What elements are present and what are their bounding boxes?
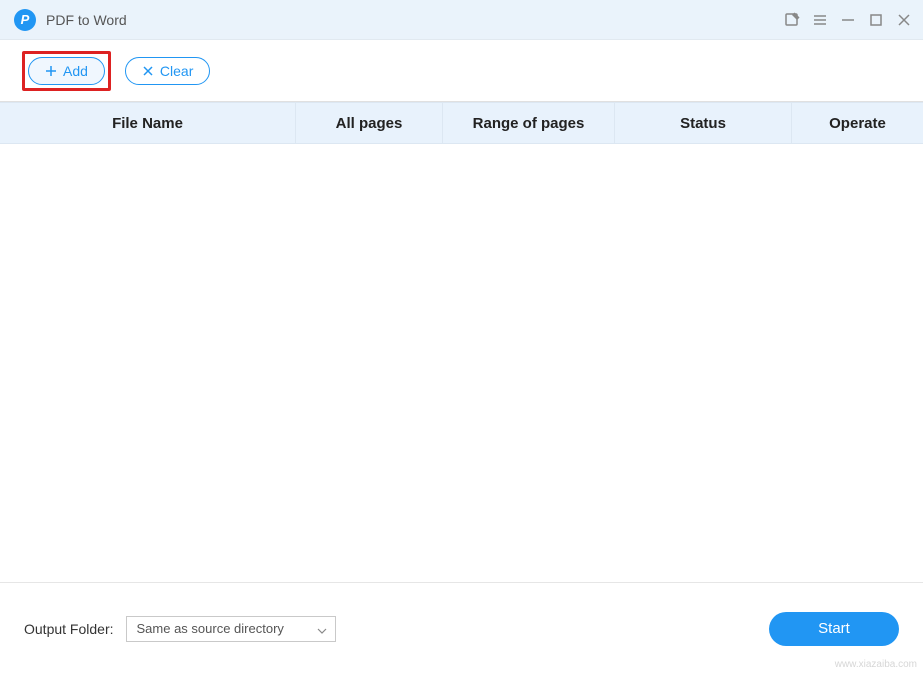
clear-button-label: Clear	[160, 63, 193, 79]
column-header-allpages: All pages	[296, 103, 443, 143]
add-button[interactable]: Add	[28, 57, 105, 85]
minimize-icon[interactable]	[839, 11, 857, 29]
start-button[interactable]: Start	[769, 612, 899, 646]
output-folder-value: Same as source directory	[137, 621, 284, 636]
output-folder-label: Output Folder:	[24, 621, 114, 637]
add-button-highlight: Add	[22, 51, 111, 91]
column-header-status: Status	[615, 103, 792, 143]
app-logo-icon	[14, 9, 36, 31]
footer: Output Folder: Same as source directory …	[0, 582, 923, 674]
close-icon[interactable]	[895, 11, 913, 29]
window-title: PDF to Word	[46, 12, 127, 28]
titlebar: PDF to Word	[0, 0, 923, 40]
x-icon	[142, 65, 154, 77]
table-header: File Name All pages Range of pages Statu…	[0, 102, 923, 144]
column-header-range: Range of pages	[443, 103, 615, 143]
edit-icon[interactable]	[783, 11, 801, 29]
column-header-operate: Operate	[792, 103, 923, 143]
toolbar: Add Clear	[0, 40, 923, 102]
clear-button[interactable]: Clear	[125, 57, 210, 85]
column-header-filename: File Name	[0, 103, 296, 143]
window-controls	[783, 11, 913, 29]
table-body	[0, 144, 923, 582]
chevron-down-icon	[317, 624, 327, 634]
output-folder-select[interactable]: Same as source directory	[126, 616, 336, 642]
plus-icon	[45, 65, 57, 77]
add-button-label: Add	[63, 63, 88, 79]
maximize-icon[interactable]	[867, 11, 885, 29]
menu-icon[interactable]	[811, 11, 829, 29]
